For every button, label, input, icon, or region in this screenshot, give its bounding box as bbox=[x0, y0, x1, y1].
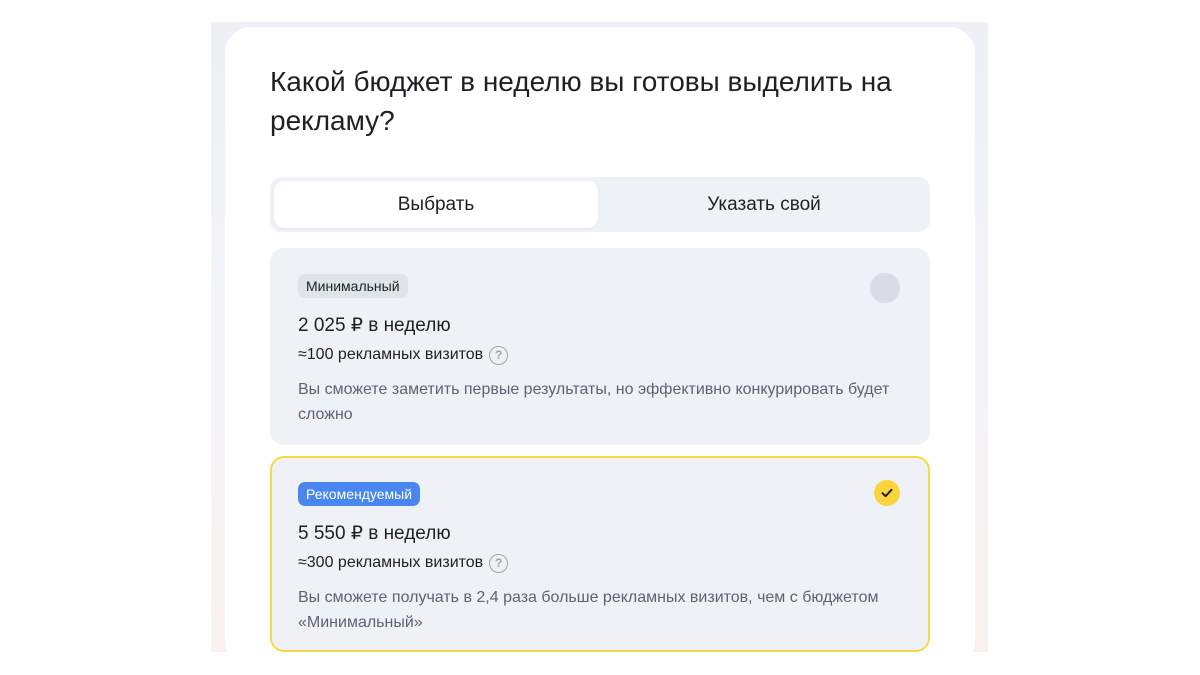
question-circle-icon[interactable]: ? bbox=[489, 345, 509, 365]
option-visits-row: ≈300 рекламных визитов ? bbox=[298, 553, 902, 573]
budget-mode-switcher: Выбрать Указать свой bbox=[270, 177, 930, 232]
option-visits: ≈300 рекламных визитов bbox=[298, 554, 484, 571]
budget-form: Какой бюджет в неделю вы готовы выделить… bbox=[270, 62, 930, 652]
option-visits-row: ≈100 рекламных визитов ? bbox=[298, 345, 902, 365]
option-badge: Минимальный bbox=[298, 274, 408, 298]
option-price: 2 025 ₽ в неделю bbox=[298, 315, 451, 336]
option-description: Вы сможете заметить первые результаты, н… bbox=[298, 381, 890, 423]
page-title: Какой бюджет в неделю вы готовы выделить… bbox=[270, 66, 892, 136]
checkmark-icon[interactable] bbox=[874, 480, 900, 506]
option-badge: Рекомендуемый bbox=[298, 482, 421, 506]
budget-option-recommended[interactable]: Рекомендуемый 5 550 ₽ в неделю ≈300 рекл… bbox=[270, 456, 930, 652]
option-description: Вы сможете получать в 2,4 раза больше ре… bbox=[298, 589, 879, 631]
option-price: 5 550 ₽ в неделю bbox=[298, 523, 451, 544]
radio-unselected[interactable] bbox=[870, 273, 900, 303]
tab-custom[interactable]: Указать свой bbox=[602, 181, 926, 228]
budget-option-minimal[interactable]: Минимальный 2 025 ₽ в неделю ≈100 реклам… bbox=[270, 248, 930, 445]
option-visits: ≈100 рекламных визитов bbox=[298, 346, 484, 363]
tab-choose[interactable]: Выбрать bbox=[274, 181, 598, 228]
question-circle-icon[interactable]: ? bbox=[489, 553, 509, 573]
